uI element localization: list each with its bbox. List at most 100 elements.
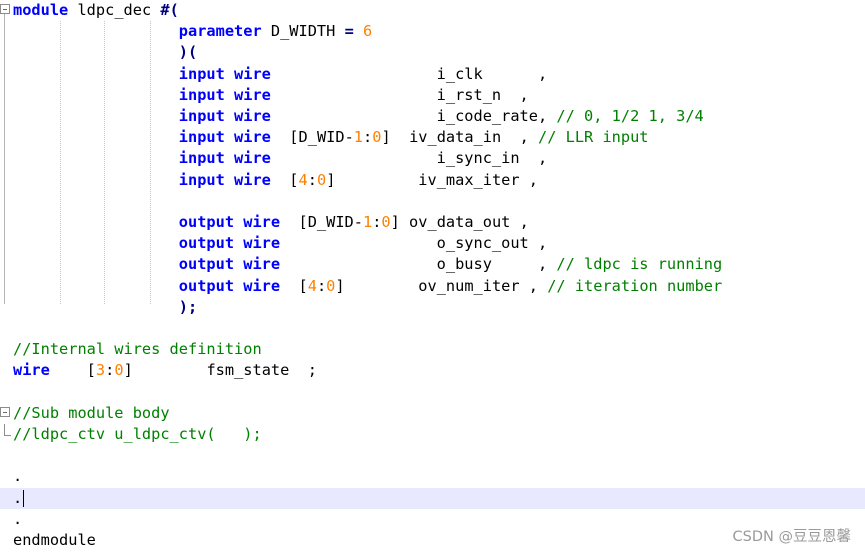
code-text: . — [13, 509, 22, 530]
code-text: )( — [13, 42, 197, 63]
comment-token: // 0, 1/2 1, 3/4 — [556, 107, 704, 125]
identifier-token: i_clk , — [270, 64, 548, 83]
code-line[interactable]: . — [0, 466, 865, 487]
code-line[interactable] — [0, 445, 865, 466]
code-line[interactable]: )( — [0, 42, 865, 63]
code-text: output wire o_sync_out , — [13, 233, 547, 254]
identifier-token: ] fsm_state ; — [123, 361, 317, 380]
code-line[interactable]: //Sub module body — [0, 403, 865, 424]
identifier-token: [ — [270, 170, 299, 189]
code-line[interactable]: input wire i_code_rate, // 0, 1/2 1, 3/4 — [0, 106, 865, 127]
code-line[interactable]: input wire i_rst_n , — [0, 85, 865, 106]
keyword-token: parameter — [178, 22, 262, 41]
identifier-token — [13, 213, 179, 231]
code-text: . — [13, 488, 22, 509]
code-line[interactable]: input wire [D_WID-1:0] iv_data_in , // L… — [0, 127, 865, 148]
code-text: parameter D_WIDTH = 6 — [13, 21, 372, 42]
keyword-token: wire — [13, 361, 50, 380]
identifier-token — [13, 107, 179, 125]
code-line[interactable]: wire [3:0] fsm_state ; — [0, 360, 865, 381]
number-token: 0 — [381, 213, 391, 231]
identifier-token: . — [13, 509, 23, 528]
identifier-token: : — [105, 361, 115, 380]
code-line[interactable]: //Internal wires definition — [0, 339, 865, 360]
code-text: //Sub module body — [13, 403, 170, 424]
code-line[interactable] — [0, 191, 865, 212]
identifier-token: : — [307, 170, 317, 189]
code-line[interactable]: output wire [4:0] ov_num_iter , // itera… — [0, 276, 865, 297]
code-line[interactable]: output wire o_busy , // ldpc is running — [0, 254, 865, 275]
code-line[interactable]: input wire i_sync_in , — [0, 148, 865, 169]
identifier-token — [13, 234, 179, 252]
keyword-token: input wire — [178, 85, 271, 104]
code-text: output wire o_busy , // ldpc is running — [13, 254, 722, 275]
code-line[interactable]: input wire [4:0] iv_max_iter , — [0, 170, 865, 191]
identifier-token — [13, 65, 179, 83]
identifier-token: ] iv_max_iter , — [326, 170, 539, 189]
identifier-token — [13, 277, 179, 295]
identifier-token: [D_WID- — [280, 213, 363, 231]
code-editor[interactable]: module ldpc_dec #( parameter D_WIDTH = 6… — [0, 0, 865, 554]
code-text: input wire i_clk , — [13, 64, 547, 85]
code-line[interactable]: module ldpc_dec #( — [0, 0, 865, 21]
number-token: 1 — [353, 128, 363, 147]
number-token: 1 — [362, 213, 373, 231]
code-text: endmodule — [13, 530, 96, 551]
code-text: output wire [D_WID-1:0] ov_data_out , — [13, 212, 529, 233]
comment-token: // LLR input — [538, 128, 649, 147]
code-text: output wire [4:0] ov_num_iter , // itera… — [13, 276, 722, 297]
identifier-token — [13, 43, 179, 61]
code-text: input wire [4:0] iv_max_iter , — [13, 170, 538, 191]
current-code-line[interactable]: . — [0, 487, 865, 509]
number-token: 4 — [307, 276, 317, 295]
code-text: input wire [D_WID-1:0] iv_data_in , // L… — [13, 127, 649, 148]
identifier-token: ] iv_data_in , — [381, 128, 538, 147]
number-token: 6 — [363, 22, 373, 41]
keyword-token: input wire — [178, 170, 271, 189]
comment-token: //Sub module body — [13, 403, 170, 422]
keyword-token: input wire — [178, 128, 271, 147]
code-text: input wire i_rst_n , — [13, 85, 529, 106]
code-text: //Internal wires definition — [13, 339, 262, 360]
comment-token: // ldpc is running — [556, 255, 723, 274]
identifier-token: i_rst_n , — [270, 85, 529, 104]
identifier-token: [ — [280, 276, 308, 295]
code-line[interactable] — [0, 318, 865, 339]
code-line[interactable]: ); — [0, 297, 865, 318]
identifier-token: . — [13, 488, 23, 507]
identifier-token — [13, 22, 179, 40]
identifier-token: [ — [49, 361, 96, 380]
identifier-token — [13, 171, 179, 189]
code-line[interactable]: parameter D_WIDTH = 6 — [0, 21, 865, 42]
code-line[interactable]: output wire [D_WID-1:0] ov_data_out , — [0, 212, 865, 233]
identifier-token: endmodule — [13, 531, 96, 549]
identifier-token: ] ov_num_iter , — [335, 276, 548, 295]
number-token: 0 — [316, 170, 327, 189]
keyword-token: module — [13, 1, 69, 19]
code-line[interactable]: input wire i_clk , — [0, 64, 865, 85]
code-line[interactable]: //ldpc_ctv u_ldpc_ctv( ); — [0, 424, 865, 445]
code-text: input wire i_code_rate, // 0, 1/2 1, 3/4 — [13, 106, 704, 127]
code-line[interactable] — [0, 382, 865, 403]
code-text: . — [13, 466, 22, 487]
fold-collapse-icon[interactable] — [0, 4, 10, 14]
identifier-token: ldpc_dec — [68, 1, 161, 19]
identifier-token: [D_WID- — [270, 128, 354, 147]
operator-token: = — [344, 22, 354, 41]
comment-token: //ldpc_ctv u_ldpc_ctv( ); — [13, 425, 262, 443]
operator-token: #( — [160, 1, 179, 19]
code-text: //ldpc_ctv u_ldpc_ctv( ); — [13, 424, 262, 445]
identifier-token: ] ov_data_out , — [390, 213, 529, 231]
identifier-token: i_sync_in , — [270, 149, 548, 168]
number-token: 0 — [114, 361, 124, 380]
keyword-token: input wire — [178, 64, 271, 83]
comment-token: //Internal wires definition — [13, 340, 262, 359]
code-line[interactable]: output wire o_sync_out , — [0, 233, 865, 254]
identifier-token: : — [363, 128, 373, 147]
operator-token: ); — [178, 297, 198, 316]
operator-token: )( — [178, 43, 198, 62]
identifier-token — [13, 86, 179, 104]
identifier-token — [354, 22, 363, 40]
fold-collapse-icon[interactable] — [0, 406, 10, 417]
identifier-token — [13, 128, 179, 146]
